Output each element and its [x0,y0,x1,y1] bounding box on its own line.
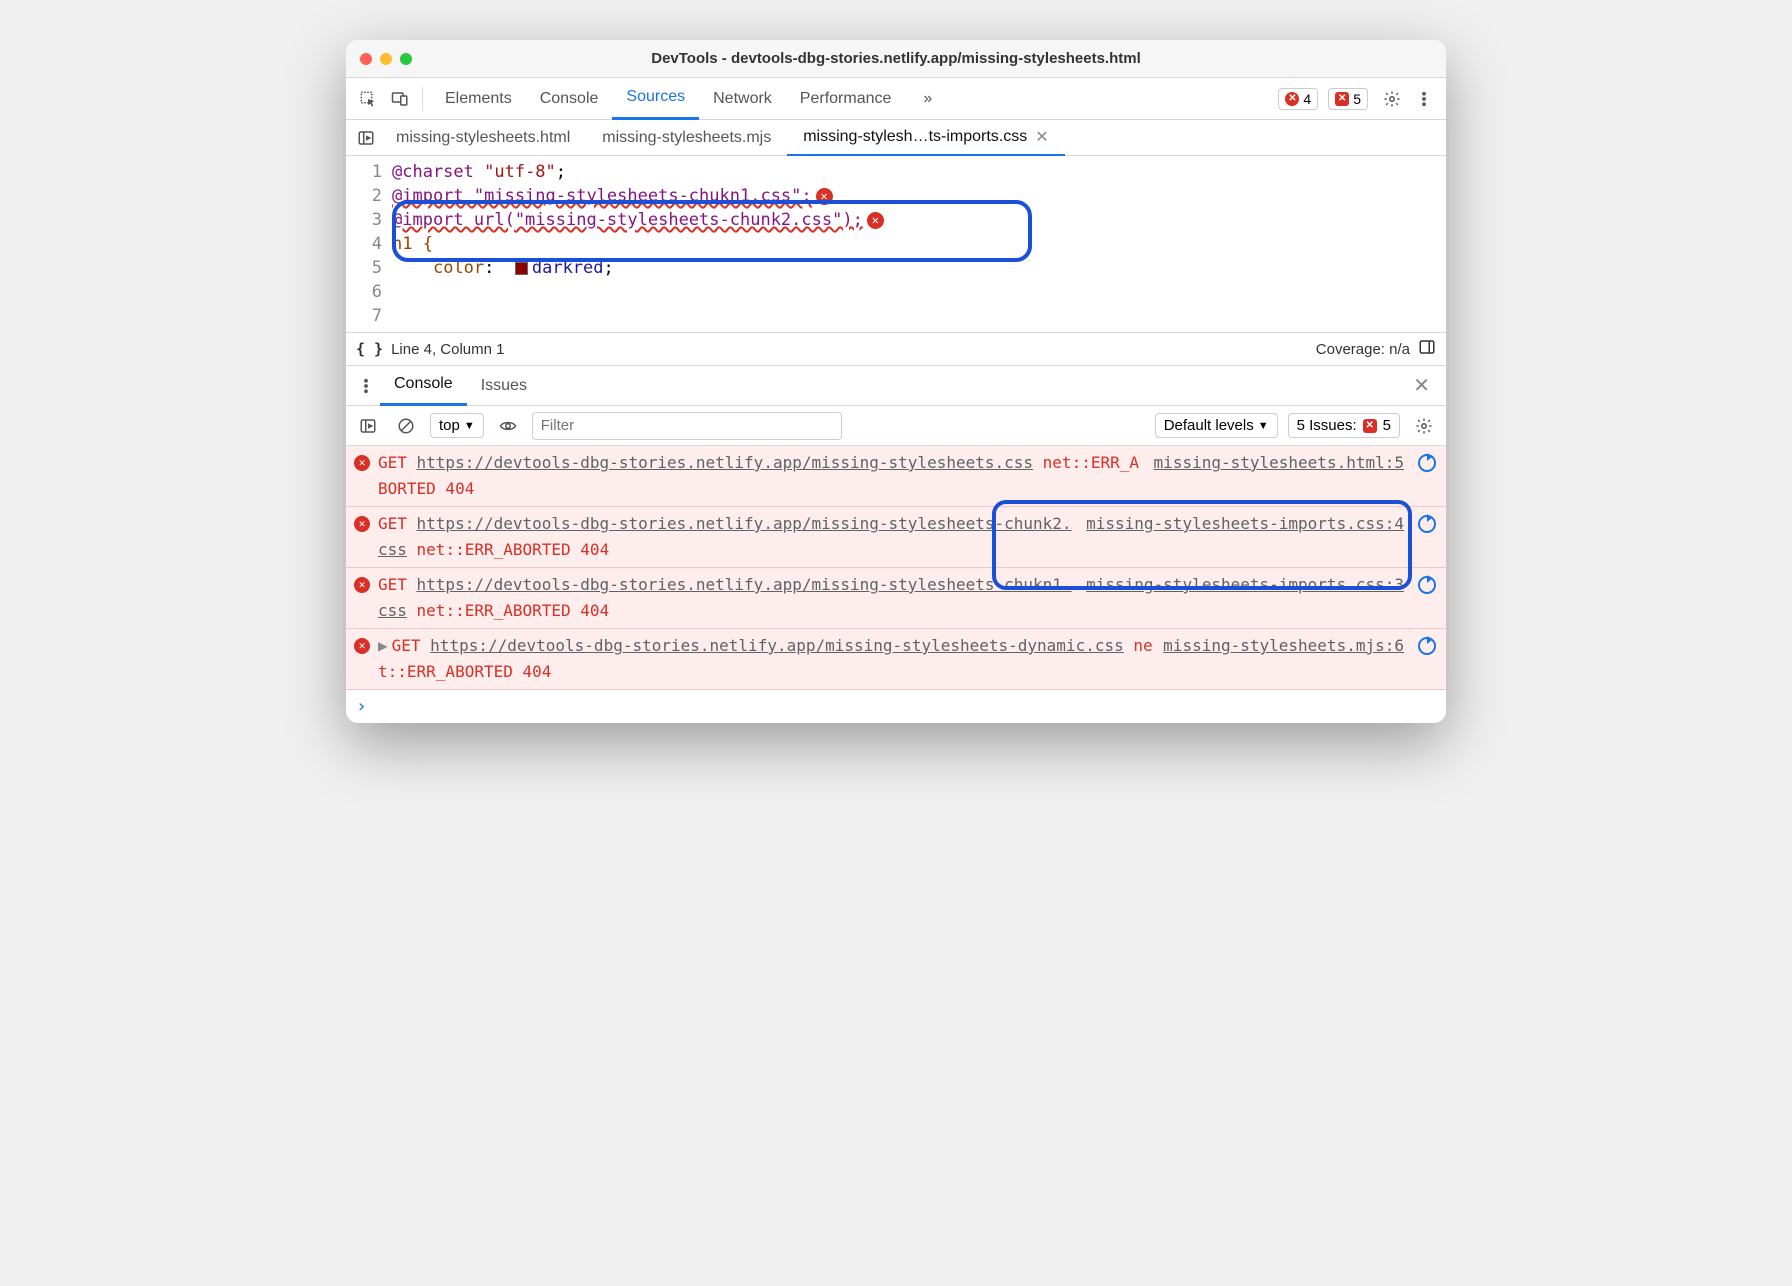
message-text: GET https://devtools-dbg-stories.netlify… [378,511,1078,563]
console-message[interactable]: ✕ GET https://devtools-dbg-stories.netlif… [346,568,1446,629]
message-url-link[interactable]: https://devtools-dbg-stories.netlify.app… [417,453,1034,472]
zoom-window-button[interactable] [400,53,412,65]
message-url-link[interactable]: https://devtools-dbg-stories.netlify.app… [430,636,1124,655]
reload-icon[interactable] [1418,576,1436,594]
code-line[interactable]: @import url("missing-stylesheets-chunk2.… [392,208,1446,232]
console-settings-gear-icon[interactable] [1410,412,1438,440]
panel-tab-elements[interactable]: Elements [431,78,526,120]
console-message[interactable]: ✕ ▶GET https://devtools-dbg-stories.netli… [346,629,1446,690]
pretty-print-icon[interactable]: { } [356,340,383,358]
editor-status-bar: { } Line 4, Column 1 Coverage: n/a [346,332,1446,366]
panel-tab-network[interactable]: Network [699,78,786,120]
line-gutter: 1234567 [346,156,392,332]
color-swatch[interactable] [515,262,528,275]
code-line[interactable]: @charset "utf-8"; [392,160,1446,184]
console-filter-input[interactable] [532,412,842,440]
message-source-link[interactable]: missing-stylesheets-imports.css:3 [1086,572,1404,598]
message-source-link[interactable]: missing-stylesheets.html:5 [1154,450,1404,476]
separator [422,87,423,111]
error-marker-icon[interactable]: ✕ [816,188,833,205]
error-icon: ✕ [354,455,370,471]
console-prompt[interactable]: › [346,690,1446,723]
file-tab[interactable]: missing-stylesheets.html [380,120,586,156]
cursor-position: Line 4, Column 1 [391,341,504,358]
settings-gear-icon[interactable] [1378,85,1406,113]
device-toolbar-icon[interactable] [386,85,414,113]
live-expression-icon[interactable] [494,412,522,440]
message-source-link[interactable]: missing-stylesheets.mjs:6 [1163,633,1404,659]
traffic-lights [360,53,412,65]
inspect-element-icon[interactable] [354,85,382,113]
code-line[interactable]: h1 { [392,232,1446,256]
context-selector[interactable]: top▼ [430,413,484,438]
issues-button[interactable]: 5 Issues: ✕ 5 [1288,413,1400,438]
error-icon: ✕ [354,577,370,593]
console-sidebar-toggle-icon[interactable] [354,412,382,440]
message-text: ▶GET https://devtools-dbg-stories.netlif… [378,633,1155,685]
more-menu-icon[interactable] [1410,85,1438,113]
reload-icon[interactable] [1418,637,1436,655]
panel-tab-sources[interactable]: Sources [612,78,699,120]
panel-tab-performance[interactable]: Performance [786,78,906,120]
message-text: GET https://devtools-dbg-stories.netlify… [378,450,1146,502]
close-drawer-icon[interactable]: ✕ [1403,373,1440,398]
close-tab-icon[interactable]: ✕ [1035,127,1048,147]
main-toolbar: ElementsConsoleSourcesNetworkPerformance… [346,78,1446,120]
errors-badge[interactable]: ✕4 [1278,88,1318,110]
console-toolbar: top▼ Default levels▼ 5 Issues: ✕ 5 [346,406,1446,446]
drawer-more-icon[interactable] [352,372,380,400]
warnings-badge[interactable]: ✕5 [1328,88,1368,110]
console-messages: ✕ GET https://devtools-dbg-stories.netlif… [346,446,1446,690]
more-tabs-button[interactable]: » [909,78,946,120]
message-text: GET https://devtools-dbg-stories.netlify… [378,572,1078,624]
console-message[interactable]: ✕ GET https://devtools-dbg-stories.netlif… [346,446,1446,507]
code-line[interactable]: color: darkred; [392,256,1446,280]
code-editor[interactable]: 1234567 @charset "utf-8";@import "missin… [346,156,1446,332]
close-window-button[interactable] [360,53,372,65]
error-marker-icon[interactable]: ✕ [867,212,884,229]
drawer-tab-console[interactable]: Console [380,366,467,406]
navigator-toggle-icon[interactable] [352,129,380,147]
code-area[interactable]: @charset "utf-8";@import "missing-styles… [392,156,1446,332]
log-levels-selector[interactable]: Default levels▼ [1155,413,1278,438]
error-icon: ✕ [354,638,370,654]
clear-console-icon[interactable] [392,412,420,440]
drawer-tabs: ConsoleIssues ✕ [346,366,1446,406]
panel-tabs: ElementsConsoleSourcesNetworkPerformance [431,78,905,120]
drawer-tab-issues[interactable]: Issues [467,366,541,406]
coverage-label: Coverage: n/a [1316,341,1410,358]
file-tab[interactable]: missing-stylesheets.mjs [586,120,787,156]
devtools-window: DevTools - devtools-dbg-stories.netlify.… [346,40,1446,723]
window-title: DevTools - devtools-dbg-stories.netlify.… [360,50,1432,67]
minimize-window-button[interactable] [380,53,392,65]
file-tabs: missing-stylesheets.htmlmissing-styleshe… [346,120,1446,156]
reload-icon[interactable] [1418,454,1436,472]
error-icon: ✕ [354,516,370,532]
sidebar-toggle-icon[interactable] [1418,338,1436,360]
titlebar: DevTools - devtools-dbg-stories.netlify.… [346,40,1446,78]
panel-tab-console[interactable]: Console [526,78,613,120]
reload-icon[interactable] [1418,515,1436,533]
file-tab[interactable]: missing-stylesh…ts-imports.css✕ [787,120,1064,156]
message-source-link[interactable]: missing-stylesheets-imports.css:4 [1086,511,1404,537]
code-line[interactable]: @import "missing-stylesheets-chukn1.css"… [392,184,1446,208]
console-message[interactable]: ✕ GET https://devtools-dbg-stories.netlif… [346,507,1446,568]
